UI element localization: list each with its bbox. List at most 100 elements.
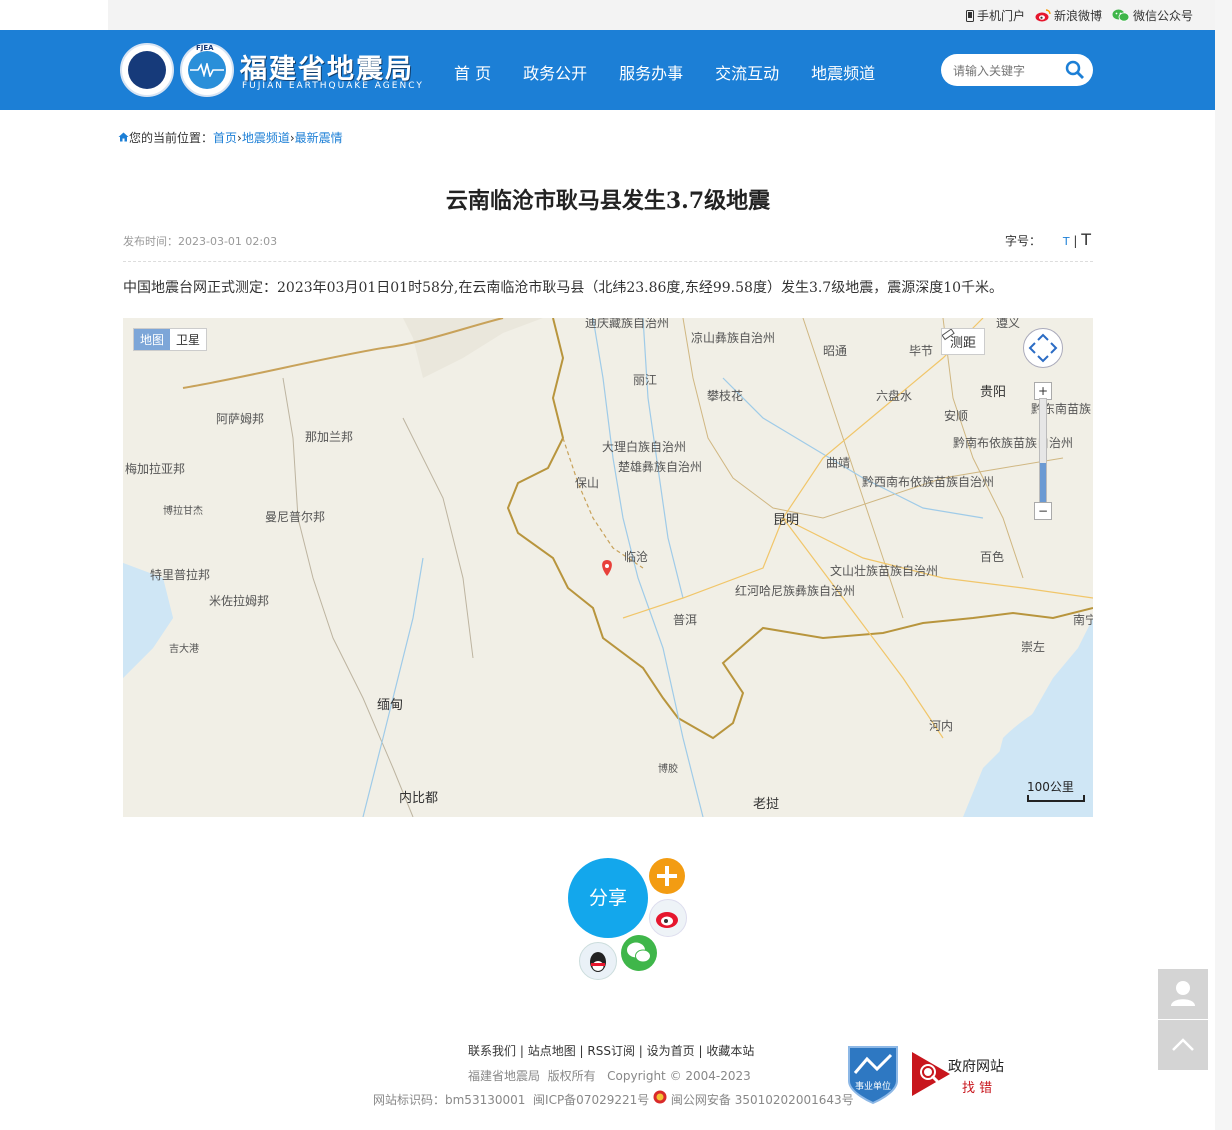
gov-site-label: 政府网站 (948, 1059, 1004, 1075)
header-divider (123, 261, 1093, 262)
breadcrumb-item-home[interactable]: 首页 (213, 131, 237, 145)
footer-copyright-text: Copyright © 2004-2023 (607, 1069, 751, 1083)
top-links: 手机门户 新浪微博 微信公众号 (965, 7, 1193, 24)
map-type-road-button[interactable]: 地图 (134, 329, 171, 350)
fjea-seal-icon: FJEA (180, 43, 234, 97)
font-size-small-button[interactable]: T (1063, 235, 1070, 248)
footer-copyright: 福建省地震局 版权所有 Copyright © 2004-2023 (468, 1067, 751, 1084)
weibo-icon (1035, 9, 1051, 22)
map-label: 河内 (929, 719, 954, 733)
article-body: 中国地震台网正式测定：2023年03月01日01时58分,在云南临沧市耿马县（北… (123, 280, 1004, 296)
weibo-link[interactable]: 新浪微博 (1035, 7, 1102, 24)
map-scale: 100公里 (1027, 778, 1085, 802)
map-label: 安顺 (944, 409, 969, 423)
page-scrollbar[interactable] (1215, 0, 1232, 1130)
publish-time: 2023-03-01 02:03 (178, 235, 278, 248)
public-institution-label: 事业单位 (855, 1082, 892, 1092)
map-label: 楚雄彝族自治州 (618, 460, 703, 474)
share-widget: 分享 (567, 857, 697, 982)
font-size-label: 字号： (1005, 234, 1042, 248)
map-label: 梅加拉亚邦 (125, 462, 186, 476)
map-label: 红河哈尼族彝族自治州 (735, 584, 856, 598)
map-type-satellite-button[interactable]: 卫星 (170, 329, 206, 350)
mobile-portal-link[interactable]: 手机门户 (965, 7, 1025, 24)
footer-police-link[interactable]: 闽公网安备 35010202001643号 (671, 1093, 854, 1107)
map-label: 阿萨姆邦 (216, 412, 265, 426)
map-label: 曼尼普尔邦 (265, 510, 326, 524)
brand-subtitle: FUJIAN EARTHQUAKE AGENCY (242, 81, 424, 91)
map-label: 吉大港 (169, 644, 199, 655)
footer-owner: 福建省地震局 (468, 1069, 541, 1083)
ruler-icon (942, 329, 955, 341)
phone-icon (965, 9, 974, 22)
epicenter-map[interactable]: 迪庆藏族自治州 凉山彝族自治州 昭通 毕节 遵义 丽江 攀枝花 贵阳 六盘水 黔… (123, 318, 1093, 817)
pan-arrows-icon (1028, 333, 1058, 363)
public-institution-badge[interactable]: 事业单位 (847, 1043, 899, 1105)
font-size-large-button[interactable]: T (1081, 230, 1091, 249)
pan-control[interactable] (1023, 328, 1063, 368)
magnifier-icon (912, 1052, 950, 1096)
breadcrumb-prefix: 您的当前位置： (129, 131, 214, 145)
map-label: 黔西南布依族苗族自治州 (862, 475, 995, 489)
nav-item-home[interactable]: 首 页 (454, 60, 491, 84)
footer-rights: 版权所有 (547, 1069, 596, 1083)
search-icon[interactable] (1065, 60, 1085, 80)
footer-link-sitemap[interactable]: 站点地图 (528, 1044, 576, 1058)
find-error-label: 找 错 (962, 1081, 993, 1096)
map-label: 大理白族自治州 (602, 440, 687, 454)
map-label: 迪庆藏族自治州 (585, 318, 670, 330)
nav-item-government-affairs[interactable]: 政务公开 (523, 60, 587, 84)
wechat-link[interactable]: 微信公众号 (1112, 7, 1193, 24)
share-weibo-icon[interactable] (649, 899, 687, 937)
share-button[interactable]: 分享 (568, 858, 648, 938)
map-label: 南宁 (1073, 613, 1093, 627)
gov-site-error-badge[interactable]: 政府网站 找 错 (910, 1050, 1010, 1098)
share-more-icon[interactable] (649, 858, 685, 894)
zoom-slider[interactable] (1039, 398, 1047, 504)
footer-icp-link[interactable]: 闽ICP备07029221号 (533, 1093, 649, 1107)
zoom-out-button[interactable]: − (1034, 502, 1052, 520)
nav-item-interaction[interactable]: 交流互动 (715, 60, 779, 84)
nav-item-services[interactable]: 服务办事 (619, 60, 683, 84)
font-size-control: 字号： T | T (1005, 230, 1091, 249)
share-wechat-icon[interactable] (621, 935, 657, 971)
back-to-top-button[interactable] (1158, 1020, 1208, 1071)
floating-tools (1158, 969, 1208, 1071)
footer-registration: 网站标识码：bm53130001 闽ICP备07029221号 闽公网安备 35… (373, 1090, 854, 1108)
map-label: 特里普拉邦 (150, 568, 211, 582)
map-label: 昭通 (823, 344, 848, 358)
map-label: 六盘水 (876, 389, 913, 403)
measure-distance-button[interactable]: 测距 (941, 328, 986, 355)
share-qq-icon[interactable] (579, 942, 617, 980)
cea-seal-icon (120, 43, 174, 97)
mobile-portal-label: 手机门户 (976, 9, 1025, 23)
footer-site-id: 网站标识码：bm53130001 (373, 1093, 526, 1107)
site-header: FJEA 福建省地震局 FUJIAN EARTHQUAKE AGENCY 首 页… (0, 30, 1215, 110)
user-icon (1171, 981, 1195, 1006)
map-label: 米佐拉姆邦 (209, 594, 270, 608)
map-label: 临沧 (624, 550, 649, 564)
logo-badge-text: FJEA (196, 44, 214, 52)
user-button[interactable] (1158, 969, 1208, 1020)
map-label: 那加兰邦 (305, 430, 354, 444)
nav-item-earthquake-channel[interactable]: 地震频道 (811, 60, 875, 84)
map-label: 缅甸 (377, 698, 404, 713)
map-label: 昆明 (773, 513, 800, 528)
breadcrumb-item-latest[interactable]: 最新震情 (295, 131, 343, 145)
footer-link-rss[interactable]: RSS订阅 (587, 1044, 635, 1058)
footer-link-contact[interactable]: 联系我们 (468, 1044, 516, 1058)
map-label: 内比都 (399, 791, 439, 806)
site-logo[interactable]: FJEA 福建省地震局 FUJIAN EARTHQUAKE AGENCY (120, 41, 430, 99)
footer-link-bookmark[interactable]: 收藏本站 (706, 1044, 754, 1058)
breadcrumb-item-channel[interactable]: 地震频道 (242, 131, 290, 145)
map-label: 凉山彝族自治州 (691, 331, 776, 345)
map-label: 毕节 (909, 344, 934, 358)
home-icon (118, 132, 129, 142)
map-label: 博胶 (658, 764, 678, 775)
wechat-icon (1112, 9, 1130, 22)
article-title: 云南临沧市耿马县发生3.7级地震 (445, 188, 771, 214)
scale-label: 100公里 (1027, 780, 1074, 794)
search-input[interactable] (951, 60, 1065, 82)
footer-link-set-home[interactable]: 设为首页 (647, 1044, 695, 1058)
police-badge-icon (653, 1090, 667, 1104)
